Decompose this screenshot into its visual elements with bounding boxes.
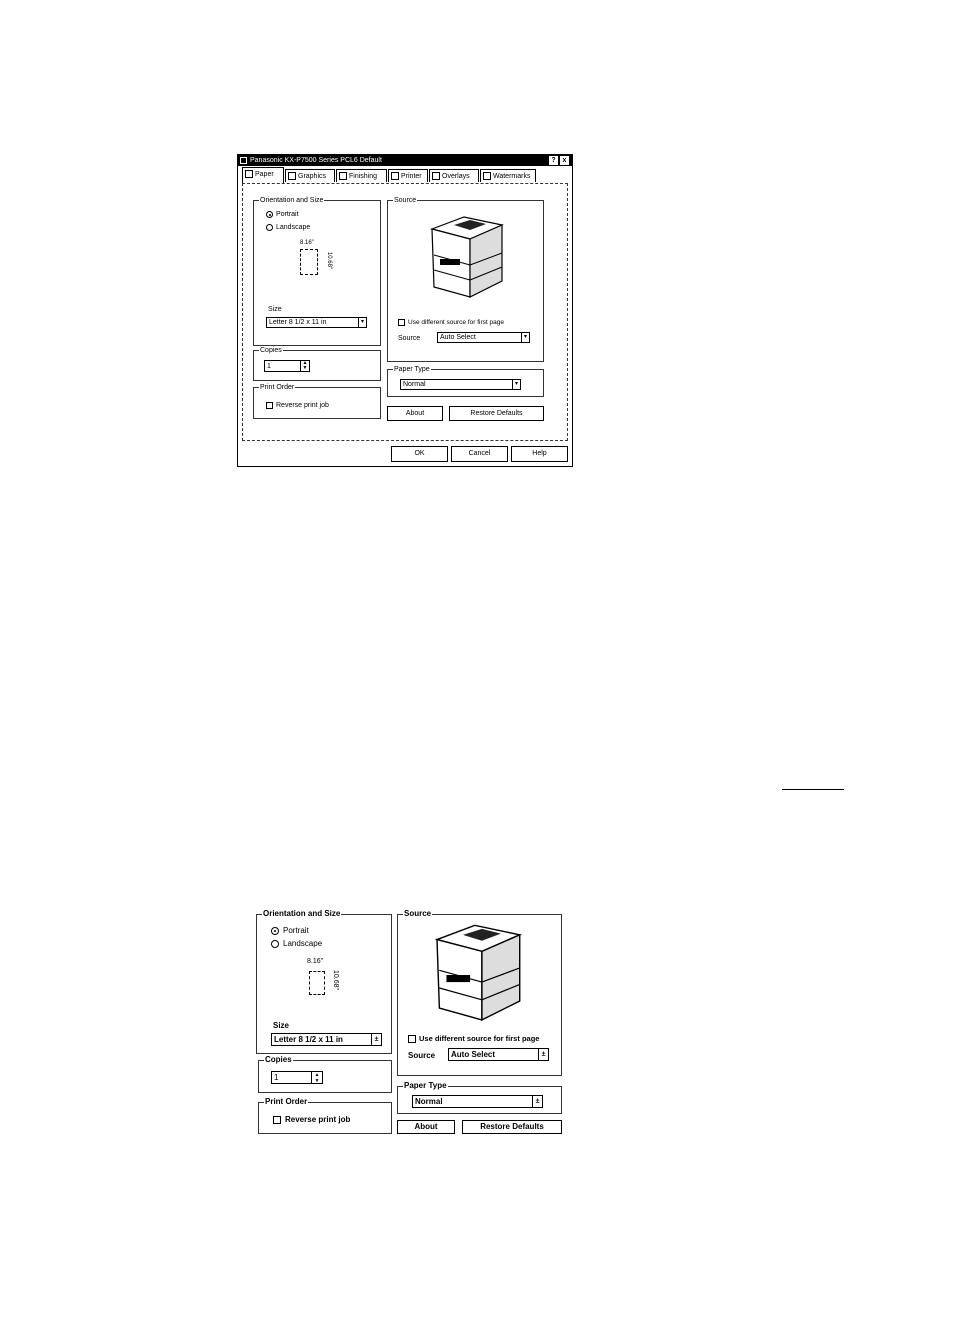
paper-width-label: 8.16"	[300, 240, 314, 246]
portrait-radio[interactable]	[266, 211, 273, 218]
zoom-print-order-group: Print Order Reverse print job	[258, 1097, 392, 1134]
spinner-arrows-icon[interactable]: ▲ ▼	[300, 361, 309, 371]
printer-icon	[240, 157, 247, 164]
finishing-tab-icon	[339, 172, 347, 181]
zoom-different-source-checkbox[interactable]	[408, 1035, 416, 1043]
divider-line	[782, 789, 844, 790]
source-group-title: Source	[393, 196, 418, 205]
print-order-group-title: Print Order	[259, 383, 296, 392]
tab-printer[interactable]: Printer	[388, 169, 428, 182]
help-title-button[interactable]: ?	[549, 156, 558, 165]
zoom-reverse-print-checkbox[interactable]	[273, 1116, 281, 1124]
source-select[interactable]: Auto Select ▾	[437, 332, 530, 343]
paper-type-group: Paper Type Normal ▾	[387, 365, 544, 397]
different-source-checkbox[interactable]	[398, 319, 405, 326]
different-source-label[interactable]: Use different source for first page	[408, 318, 504, 327]
landscape-radio[interactable]	[266, 224, 273, 231]
chevron-down-icon[interactable]: ▾	[521, 333, 529, 342]
copies-group: Copies 1 ▲ ▼	[253, 346, 381, 381]
printer-properties-dialog: Panasonic KX-P7500 Series PCL6 Default ?…	[237, 154, 573, 467]
zoom-restore-defaults-button[interactable]: Restore Defaults	[462, 1120, 562, 1134]
source-label: Source	[398, 335, 421, 342]
paper-height-label: 10.68"	[326, 251, 333, 270]
about-button[interactable]: About	[387, 406, 443, 421]
orientation-size-group: Orientation and Size Portrait Landscape …	[253, 196, 381, 346]
zoom-printer-illustration	[434, 924, 523, 1022]
zoom-source-label: Source	[408, 1051, 436, 1060]
reverse-print-checkbox[interactable]	[266, 402, 273, 409]
copies-group-title: Copies	[259, 346, 283, 355]
close-button[interactable]: x	[560, 156, 569, 165]
paper-type-select[interactable]: Normal ▾	[400, 379, 521, 390]
zoom-portrait-label[interactable]: Portrait	[283, 926, 309, 936]
zoom-print-order-title: Print Order	[264, 1097, 309, 1107]
size-label: Size	[268, 306, 282, 313]
overlays-tab-icon	[432, 172, 440, 181]
copies-spinner[interactable]: 1 ▲ ▼	[264, 360, 310, 372]
zoom-paper-type-title: Paper Type	[403, 1081, 448, 1091]
zoom-source-select[interactable]: Auto Select ±	[448, 1048, 549, 1061]
ok-button[interactable]: OK	[391, 446, 448, 462]
zoom-landscape-label[interactable]: Landscape	[283, 939, 322, 949]
paper-tab-panel: Orientation and Size Portrait Landscape …	[242, 183, 568, 441]
printer-tab-icon	[391, 172, 399, 181]
zoom-size-label: Size	[273, 1021, 290, 1030]
orientation-group-title: Orientation and Size	[259, 196, 325, 205]
zoom-about-button[interactable]: About	[397, 1120, 455, 1134]
size-select[interactable]: Letter 8 1/2 x 11 in ▾	[266, 317, 367, 328]
paper-type-group-title: Paper Type	[393, 365, 431, 374]
chevron-down-icon[interactable]: ±	[532, 1096, 542, 1107]
zoom-portrait-radio[interactable]	[271, 927, 279, 935]
zoom-source-group: Source Use different source for first pa…	[397, 909, 562, 1076]
zoom-paper-type-group: Paper Type Normal ±	[397, 1081, 562, 1114]
spinner-arrows-icon[interactable]: ▲ ▼	[311, 1072, 322, 1084]
title-bar: Panasonic KX-P7500 Series PCL6 Default ?…	[238, 155, 572, 166]
landscape-label[interactable]: Landscape	[276, 223, 310, 232]
watermarks-tab-icon	[483, 172, 491, 181]
enlarged-paper-panel: Orientation and Size Portrait Landscape …	[256, 908, 566, 1138]
zoom-orientation-group: Orientation and Size Portrait Landscape …	[256, 909, 392, 1054]
dialog-title: Panasonic KX-P7500 Series PCL6 Default	[250, 157, 382, 164]
source-group: Source Use different source for first pa…	[387, 196, 544, 362]
zoom-source-title: Source	[403, 909, 433, 919]
reverse-print-label[interactable]: Reverse print job	[276, 401, 329, 410]
portrait-label[interactable]: Portrait	[276, 210, 299, 219]
zoom-paper-type-select[interactable]: Normal ±	[412, 1095, 543, 1108]
chevron-down-icon[interactable]: ±	[538, 1049, 548, 1060]
tab-paper[interactable]: Paper	[242, 167, 284, 183]
tab-overlays[interactable]: Overlays	[429, 169, 479, 182]
paper-tab-icon	[245, 170, 253, 179]
zoom-copies-spinner[interactable]: 1 ▲ ▼	[271, 1071, 323, 1084]
tab-finishing[interactable]: Finishing	[336, 169, 387, 182]
zoom-paper-width-label: 8.16"	[307, 958, 324, 965]
help-button[interactable]: Help	[511, 446, 568, 462]
zoom-paper-height-label: 10.68"	[332, 969, 340, 991]
chevron-down-icon[interactable]: ▾	[512, 380, 520, 389]
restore-defaults-button[interactable]: Restore Defaults	[449, 406, 544, 421]
cancel-button[interactable]: Cancel	[451, 446, 508, 462]
chevron-down-icon[interactable]: ▾	[358, 318, 366, 327]
zoom-orientation-title: Orientation and Size	[262, 909, 342, 919]
zoom-copies-group: Copies 1 ▲ ▼	[258, 1055, 392, 1093]
print-order-group: Print Order Reverse print job	[253, 383, 381, 419]
paper-preview-icon	[300, 249, 318, 275]
zoom-size-select[interactable]: Letter 8 1/2 x 11 in ±	[271, 1033, 382, 1046]
zoom-reverse-print-label[interactable]: Reverse print job	[285, 1115, 350, 1125]
tab-graphics[interactable]: Graphics	[285, 169, 335, 182]
tab-watermarks[interactable]: Watermarks	[480, 169, 536, 182]
printer-illustration	[430, 216, 504, 298]
zoom-landscape-radio[interactable]	[271, 940, 279, 948]
zoom-copies-title: Copies	[264, 1055, 293, 1065]
chevron-down-icon[interactable]: ±	[371, 1034, 381, 1045]
graphics-tab-icon	[288, 172, 296, 181]
zoom-paper-preview-icon	[309, 971, 325, 995]
zoom-different-source-label[interactable]: Use different source for first page	[419, 1034, 539, 1044]
